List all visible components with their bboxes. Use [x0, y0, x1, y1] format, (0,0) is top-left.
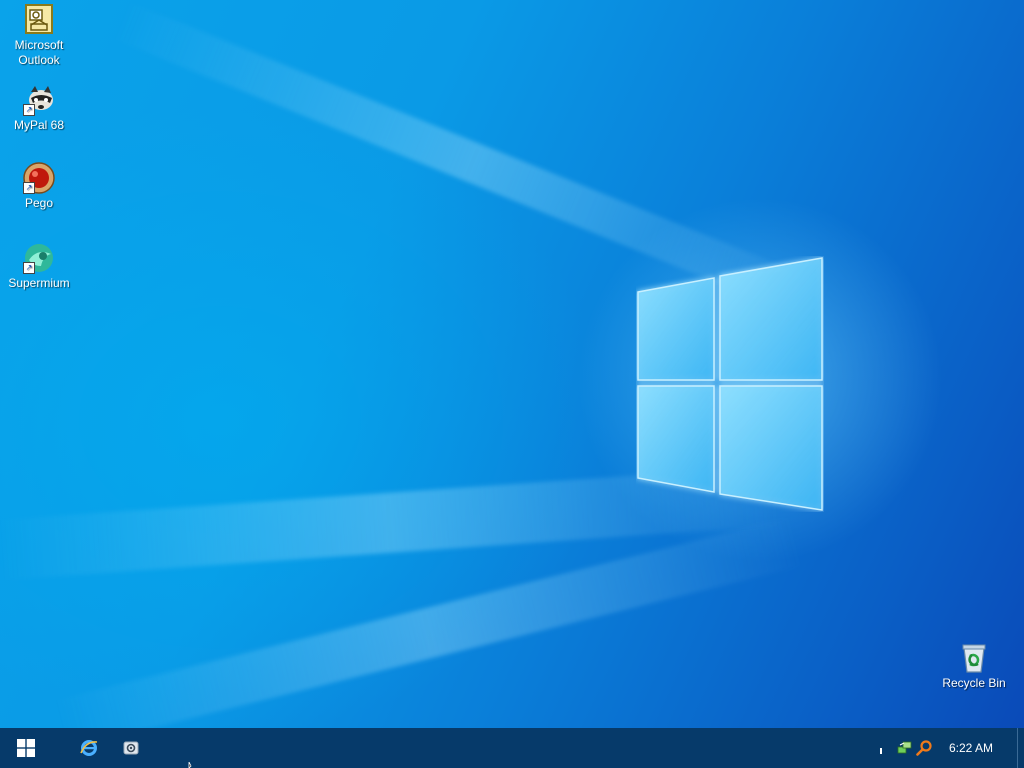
desktop-icon-microsoft-outlook[interactable]: Microsoft Outlook	[1, 4, 77, 68]
recycle-bin-icon	[958, 642, 990, 674]
tray-overflow-icon	[880, 748, 882, 754]
show-desktop-button[interactable]	[1017, 728, 1024, 768]
desktop-icon-label: Microsoft Outlook	[14, 38, 64, 67]
desktop-icon-mypal-68[interactable]: ↗ MyPal 68	[1, 84, 77, 133]
start-button[interactable]	[0, 728, 52, 768]
desktop-icon-pego[interactable]: ↗ Pego	[1, 162, 77, 211]
search-magnifier-icon	[916, 740, 932, 756]
taskbar: 6:22 AM	[0, 728, 1024, 768]
desktop-wallpaper: Microsoft Outlook ↗ MyPal 68 ↗ Pego ↗ Su…	[0, 0, 1024, 728]
supermium-icon: ↗	[23, 242, 55, 274]
desktop-icon-label: Recycle Bin	[942, 676, 1006, 690]
tray-overflow-button[interactable]	[874, 728, 888, 768]
taskbar-clock[interactable]: 6:22 AM	[938, 728, 1004, 768]
shortcut-arrow-icon: ↗	[23, 104, 35, 116]
desktop-icon-label: MyPal 68	[13, 118, 65, 132]
windows-wallpaper-logo	[637, 257, 823, 511]
desktop-icon-label: Pego	[24, 196, 54, 210]
network-icon	[897, 741, 912, 754]
taskbar-internet-explorer-button[interactable]	[70, 728, 108, 768]
desktop-icon-supermium[interactable]: ↗ Supermium	[1, 242, 77, 291]
outlook-icon	[23, 4, 55, 36]
tray-search-button[interactable]	[914, 728, 934, 768]
pego-red-ball-icon: ↗	[23, 162, 55, 194]
mypal-raccoon-icon: ↗	[23, 84, 55, 116]
settings-gear-icon	[123, 741, 139, 755]
windows-logo-icon	[17, 739, 35, 757]
desktop-icon-recycle-bin[interactable]: Recycle Bin	[936, 642, 1012, 691]
mouse-cursor-icon	[188, 762, 192, 768]
internet-explorer-icon	[80, 740, 98, 756]
tray-network-button[interactable]	[896, 728, 914, 768]
desktop-icon-label: Supermium	[8, 276, 70, 290]
shortcut-arrow-icon: ↗	[23, 182, 35, 194]
taskbar-settings-button[interactable]	[112, 728, 150, 768]
shortcut-arrow-icon: ↗	[23, 262, 35, 274]
